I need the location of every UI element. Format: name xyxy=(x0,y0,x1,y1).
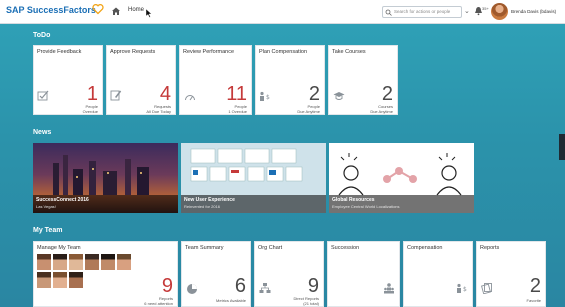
section-title-news: News xyxy=(33,129,52,136)
news-caption: SuccessConnect 2016 Las Vegas! xyxy=(33,195,178,213)
search-input[interactable]: Search for actions or people xyxy=(382,6,462,18)
notification-count: 35+ xyxy=(482,6,489,11)
team-member-photo xyxy=(53,254,67,270)
tile-count: 6 xyxy=(234,275,246,297)
people-money-icon: $ xyxy=(457,283,467,293)
tile-label-secondary: (21 total) xyxy=(303,301,319,306)
org-chart-icon xyxy=(259,283,271,293)
tile-count: 2 xyxy=(529,275,541,297)
reports-document-icon xyxy=(481,283,492,294)
team-member-photo xyxy=(85,254,99,270)
tile-title: Plan Compensation xyxy=(259,49,308,55)
todo-tile-provide-feedback[interactable]: Provide Feedback 1 People Overdue xyxy=(33,45,103,115)
news-title: SuccessConnect 2016 xyxy=(36,197,89,203)
mouse-cursor-icon xyxy=(146,9,152,18)
tile-title: Approve Requests xyxy=(110,49,156,55)
tile-title: Org Chart xyxy=(258,245,283,251)
app-logo[interactable]: SAP SuccessFactors xyxy=(6,5,96,15)
home-menu[interactable]: Home xyxy=(128,7,144,13)
tile-title: Provide Feedback xyxy=(37,49,82,55)
team-member-photo xyxy=(69,272,83,288)
svg-text:$: $ xyxy=(266,94,270,101)
tile-title: Take Courses xyxy=(332,49,366,55)
search-placeholder: Search for actions or people xyxy=(394,9,451,14)
people-money-icon: $ xyxy=(260,91,270,101)
succession-people-icon xyxy=(384,283,394,294)
tile-count: 11 xyxy=(226,83,247,105)
todo-tile-review-performance[interactable]: Review Performance 11 People 1 Overdue xyxy=(179,45,252,115)
home-icon[interactable] xyxy=(111,6,121,16)
team-member-photo xyxy=(37,272,51,288)
news-tile-global-resources[interactable]: Global Resources Employee Central World … xyxy=(329,143,474,213)
todo-tile-plan-compensation[interactable]: Plan Compensation $ 2 People Due Anytime xyxy=(255,45,325,115)
tile-label-secondary: 6 need attention xyxy=(144,301,173,306)
team-member-photo xyxy=(37,254,51,270)
news-caption: New User Experience Reinvented for 2016 xyxy=(181,195,326,213)
tile-title: Succession xyxy=(331,245,360,251)
team-member-photo xyxy=(117,254,131,270)
tile-count: 2 xyxy=(381,83,393,105)
tile-title: Compensation xyxy=(407,245,443,251)
tile-label-secondary: 1 Overdue xyxy=(228,109,247,114)
team-tile-manage-my-team[interactable]: Manage My Team 9 Reports 6 need attentio… xyxy=(33,241,178,307)
news-subtitle: Las Vegas! xyxy=(36,204,56,209)
pie-chart-icon xyxy=(187,284,197,294)
tile-count: 9 xyxy=(161,275,173,297)
tile-count: 1 xyxy=(86,83,98,105)
user-name[interactable]: Brenda Davis (bdavis) xyxy=(511,9,556,14)
news-title: New User Experience xyxy=(184,197,235,203)
news-caption: Global Resources Employee Central World … xyxy=(329,195,474,213)
gauge-icon xyxy=(185,95,195,101)
approve-edit-icon xyxy=(110,90,122,101)
tile-title: Review Performance xyxy=(183,49,235,55)
team-tile-org-chart[interactable]: Org Chart 9 Direct Reports (21 total) xyxy=(254,241,324,307)
tile-title: Team Summary xyxy=(185,245,224,251)
feedback-check-icon xyxy=(37,90,49,101)
tile-count: 4 xyxy=(159,83,171,105)
team-tile-team-summary[interactable]: Team Summary 6 Metrics Available xyxy=(181,241,251,307)
team-tile-succession[interactable]: Succession xyxy=(327,241,400,307)
tile-title: Manage My Team xyxy=(37,245,81,251)
todo-tile-take-courses[interactable]: Take Courses 2 Courses Due Anytime xyxy=(328,45,398,115)
team-tile-compensation[interactable]: Compensation $ xyxy=(403,241,473,307)
tile-count: 9 xyxy=(307,275,319,297)
team-member-photo xyxy=(69,254,83,270)
svg-text:$: $ xyxy=(463,286,467,293)
team-member-photo xyxy=(53,272,67,288)
todo-tile-approve-requests[interactable]: Approve Requests 4 Requests All Due Toda… xyxy=(106,45,176,115)
chevron-down-icon[interactable]: ⌄ xyxy=(464,8,470,16)
tile-label-secondary: Due Anytime xyxy=(370,109,393,114)
tile-count: 2 xyxy=(308,83,320,105)
tile-label-primary: Favorite xyxy=(526,298,541,303)
news-tile-successconnect[interactable]: SuccessConnect 2016 Las Vegas! xyxy=(33,143,178,213)
search-icon xyxy=(385,9,392,16)
tile-label-secondary: Due Anytime xyxy=(297,109,320,114)
graduation-cap-icon xyxy=(333,92,345,100)
news-tile-new-user-experience[interactable]: New User Experience Reinvented for 2016 xyxy=(181,143,326,213)
tile-title: Reports xyxy=(480,245,500,251)
news-subtitle: Employee Central World Localizations xyxy=(332,204,400,209)
news-title: Global Resources xyxy=(332,197,375,203)
team-member-photo xyxy=(101,254,115,270)
side-panel-handle[interactable] xyxy=(559,134,565,160)
tile-label-secondary: All Due Today xyxy=(146,109,171,114)
top-bar: SAP SuccessFactors Home Search for actio… xyxy=(0,0,565,24)
section-title-my-team: My Team xyxy=(33,227,63,234)
news-subtitle: Reinvented for 2016 xyxy=(184,204,221,209)
tile-label-primary: Metrics Available xyxy=(216,298,246,303)
team-tile-reports[interactable]: Reports 2 Favorite xyxy=(476,241,546,307)
section-title-todo: ToDo xyxy=(33,32,51,39)
heart-logo-icon xyxy=(92,4,104,15)
user-avatar[interactable] xyxy=(491,3,508,20)
tile-label-secondary: Overdue xyxy=(82,109,98,114)
